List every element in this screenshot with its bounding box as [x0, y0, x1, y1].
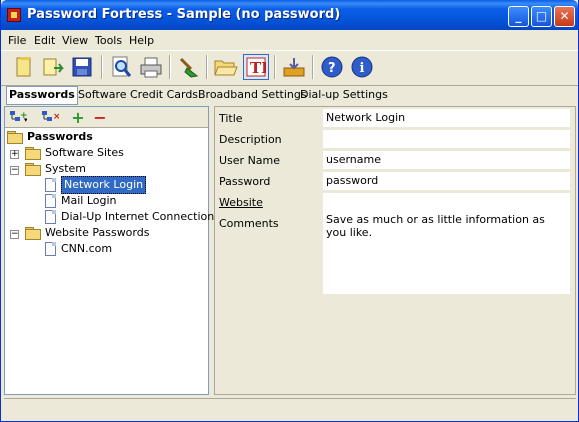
- tree-item-mail-login[interactable]: Mail Login: [45, 193, 117, 209]
- tree-item-network-login[interactable]: Network Login: [45, 176, 147, 194]
- remove-folder-icon[interactable]: ×: [41, 109, 59, 125]
- collapse-icon[interactable]: −: [10, 230, 19, 239]
- tab-broadband-settings[interactable]: Broadband Settings: [198, 87, 307, 103]
- app-window: Password Fortress - Sample (no password)…: [0, 0, 579, 422]
- entry-icon: [45, 194, 56, 208]
- menu-view[interactable]: View: [62, 34, 88, 47]
- tree-item-label: Mail Login: [61, 194, 117, 207]
- tree-group-label: Software Sites: [45, 146, 124, 159]
- tree-group-system[interactable]: System: [25, 161, 86, 177]
- open-file-icon[interactable]: [40, 54, 66, 80]
- folder-icon: [25, 147, 41, 160]
- description-field[interactable]: [323, 130, 570, 148]
- maximize-button[interactable]: □: [531, 6, 552, 27]
- tree-group-website-passwords[interactable]: Website Passwords: [25, 225, 149, 241]
- entry-icon: [45, 210, 56, 224]
- app-icon: [7, 8, 21, 22]
- description-label: Description: [219, 133, 282, 146]
- tab-passwords[interactable]: Passwords: [6, 86, 78, 105]
- tab-credit-cards[interactable]: Credit Cards: [130, 87, 198, 103]
- menu-help[interactable]: Help: [129, 34, 154, 47]
- collapse-icon[interactable]: −: [10, 166, 19, 175]
- entry-icon: [45, 242, 56, 256]
- password-field[interactable]: password: [323, 172, 570, 190]
- svg-text:i: i: [360, 61, 365, 76]
- svg-text:▾: ▾: [24, 116, 27, 124]
- menu-edit[interactable]: Edit: [34, 34, 55, 47]
- tree-item-dialup[interactable]: Dial-Up Internet Connection: [45, 209, 214, 225]
- entry-icon: [45, 178, 56, 192]
- tree-item-label: Dial-Up Internet Connection: [61, 210, 215, 223]
- tree-group-label: Website Passwords: [45, 226, 150, 239]
- svg-text:?: ?: [328, 61, 336, 76]
- window-title: Password Fortress - Sample (no password): [27, 7, 341, 22]
- preview-icon[interactable]: [108, 54, 134, 80]
- tab-dialup-settings[interactable]: Dial-up Settings: [300, 87, 388, 103]
- details-pane: Title Network Login Description User Nam…: [214, 106, 576, 395]
- tree-group-label: System: [45, 162, 87, 175]
- title-bar[interactable]: Password Fortress - Sample (no password)…: [1, 0, 578, 30]
- category-tabs: Passwords Software Credit Cards Broadban…: [1, 85, 578, 105]
- tree-group-software-sites[interactable]: Software Sites: [25, 145, 124, 161]
- export-icon[interactable]: [281, 54, 307, 80]
- comments-label: Comments: [219, 217, 279, 230]
- menu-tools[interactable]: Tools: [95, 34, 122, 47]
- remove-entry-icon[interactable]: −: [91, 108, 109, 127]
- menu-file[interactable]: File: [8, 34, 26, 47]
- tree-item-label: CNN.com: [61, 242, 113, 255]
- expand-icon[interactable]: +: [10, 150, 19, 159]
- close-button[interactable]: ✕: [554, 6, 575, 27]
- tree-item-label: Network Login: [61, 176, 147, 194]
- svg-text:×: ×: [53, 112, 59, 122]
- main-toolbar: TI ? i: [1, 50, 578, 86]
- add-entry-icon[interactable]: +: [69, 108, 87, 127]
- tree-toolbar: + ▾ × + −: [5, 107, 208, 128]
- svg-text:TI: TI: [250, 59, 266, 77]
- help-icon[interactable]: ?: [319, 54, 345, 80]
- clean-icon[interactable]: [176, 54, 202, 80]
- username-field[interactable]: username: [323, 151, 570, 169]
- password-label: Password: [219, 175, 271, 188]
- tree-item-cnn[interactable]: CNN.com: [45, 241, 112, 257]
- add-folder-icon[interactable]: + ▾: [9, 109, 27, 125]
- tree-root[interactable]: Passwords: [7, 129, 93, 145]
- folder-open-icon: [25, 163, 41, 176]
- username-label: User Name: [219, 154, 281, 167]
- status-bar: [4, 398, 576, 419]
- folder-open-icon: [7, 131, 23, 144]
- menu-bar: File Edit View Tools Help: [1, 30, 578, 50]
- about-icon[interactable]: i: [349, 54, 375, 80]
- print-icon[interactable]: [138, 54, 164, 80]
- title-label: Title: [219, 112, 243, 125]
- comments-field[interactable]: Save as much or as little information as…: [323, 210, 570, 294]
- folder-open-icon: [25, 227, 41, 240]
- tree-root-label: Passwords: [27, 130, 93, 143]
- tab-software[interactable]: Software: [78, 87, 127, 103]
- website-link[interactable]: Website: [219, 196, 263, 209]
- website-field[interactable]: [323, 193, 570, 211]
- save-icon[interactable]: [69, 54, 95, 80]
- new-file-icon[interactable]: [11, 54, 37, 80]
- text-format-icon[interactable]: TI: [243, 54, 269, 80]
- title-field[interactable]: Network Login: [323, 109, 570, 127]
- minimize-button[interactable]: _: [508, 6, 529, 27]
- tree-pane: + ▾ × + − Passwords + Software Sites − Sy…: [4, 106, 214, 395]
- open-folder-icon[interactable]: [213, 54, 239, 80]
